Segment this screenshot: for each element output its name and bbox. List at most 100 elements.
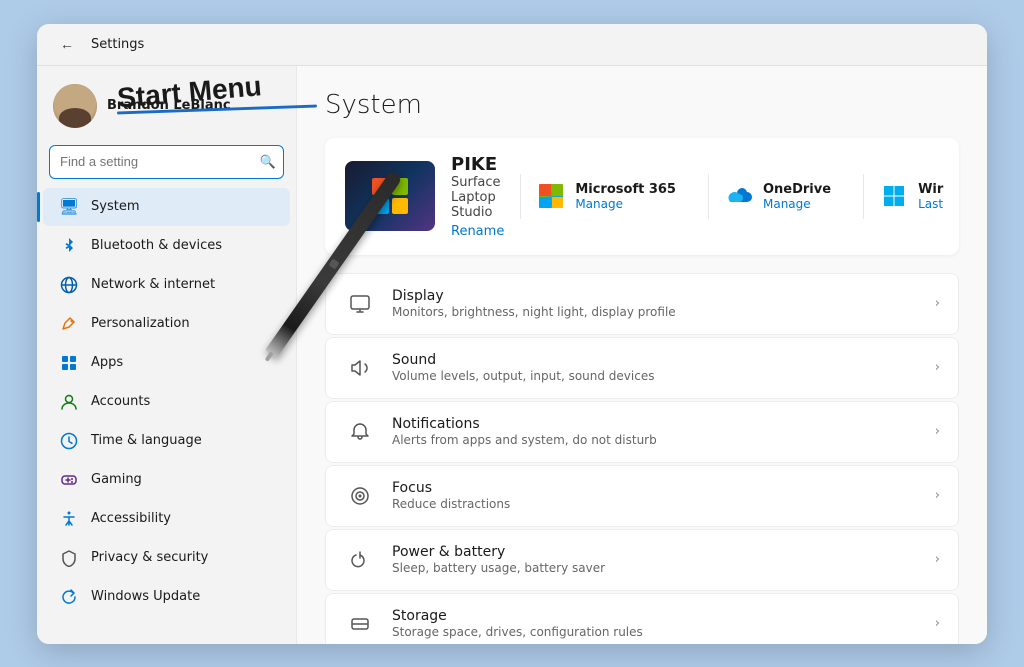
search-input[interactable]	[49, 145, 284, 179]
service-action-windows[interactable]: Last	[918, 197, 943, 211]
sidebar-item-label-privacy: Privacy & security	[91, 550, 208, 565]
win-logo-q4	[392, 198, 409, 215]
focus-icon	[344, 480, 376, 512]
sidebar-item-label-personalization: Personalization	[91, 316, 190, 331]
setting-desc-display: Monitors, brightness, night light, displ…	[392, 305, 919, 319]
setting-name-notifications: Notifications	[392, 416, 919, 432]
settings-window: ← Settings Brandon LeBlanc 🔍 Start Menu	[37, 24, 987, 644]
windows-service-icon	[880, 182, 908, 210]
service-text-m365: Microsoft 365 Manage	[575, 182, 676, 211]
device-model: Surface Laptop Studio	[451, 175, 504, 220]
time-icon	[59, 431, 79, 451]
sidebar-item-personalization[interactable]: Personalization	[43, 305, 290, 343]
sidebar-item-label-accessibility: Accessibility	[91, 511, 171, 526]
sidebar-item-label-apps: Apps	[91, 355, 123, 370]
service-windows: Wir Last	[863, 174, 959, 219]
notifications-icon	[344, 416, 376, 448]
service-name-onedrive: OneDrive	[763, 182, 831, 197]
search-box: 🔍	[49, 145, 284, 179]
setting-name-power: Power & battery	[392, 544, 919, 560]
setting-notifications[interactable]: Notifications Alerts from apps and syste…	[325, 401, 959, 463]
setting-name-focus: Focus	[392, 480, 919, 496]
setting-text-storage: Storage Storage space, drives, configura…	[392, 608, 919, 639]
setting-desc-notifications: Alerts from apps and system, do not dist…	[392, 433, 919, 447]
service-action-m365[interactable]: Manage	[575, 197, 676, 211]
setting-name-storage: Storage	[392, 608, 919, 624]
user-section: Brandon LeBlanc	[37, 74, 296, 140]
win-logo-q2	[392, 178, 409, 195]
storage-icon	[344, 608, 376, 640]
sidebar-item-privacy[interactable]: Privacy & security	[43, 539, 290, 577]
setting-desc-focus: Reduce distractions	[392, 497, 919, 511]
setting-text-power: Power & battery Sleep, battery usage, ba…	[392, 544, 919, 575]
setting-desc-storage: Storage space, drives, configuration rul…	[392, 625, 919, 639]
update-icon	[59, 587, 79, 607]
device-image	[345, 161, 435, 231]
sidebar-item-label-system: System	[91, 199, 139, 214]
sidebar-item-label-accounts: Accounts	[91, 394, 150, 409]
sidebar-item-label-time: Time & language	[91, 433, 202, 448]
main-content: System PIKE Surface Laptop Studio Rename	[297, 66, 987, 644]
service-name-m365: Microsoft 365	[575, 182, 676, 197]
chevron-icon-focus: ›	[935, 488, 940, 503]
network-icon	[59, 275, 79, 295]
sidebar-item-bluetooth[interactable]: Bluetooth & devices	[43, 227, 290, 265]
settings-list: Display Monitors, brightness, night ligh…	[325, 273, 959, 644]
service-action-onedrive[interactable]: Manage	[763, 197, 831, 211]
win-logo-q1	[372, 178, 389, 195]
service-m365: Microsoft 365 Manage	[520, 174, 692, 219]
setting-display[interactable]: Display Monitors, brightness, night ligh…	[325, 273, 959, 335]
setting-text-notifications: Notifications Alerts from apps and syste…	[392, 416, 919, 447]
search-icon[interactable]: 🔍	[260, 154, 276, 170]
setting-sound[interactable]: Sound Volume levels, output, input, soun…	[325, 337, 959, 399]
setting-name-sound: Sound	[392, 352, 919, 368]
sidebar-item-time[interactable]: Time & language	[43, 422, 290, 460]
sound-icon	[344, 352, 376, 384]
display-icon	[344, 288, 376, 320]
sidebar-item-network[interactable]: Network & internet	[43, 266, 290, 304]
gaming-icon	[59, 470, 79, 490]
device-name: PIKE	[451, 154, 504, 175]
chevron-icon: ›	[935, 296, 940, 311]
power-icon	[344, 544, 376, 576]
setting-focus[interactable]: Focus Reduce distractions ›	[325, 465, 959, 527]
content-area: Brandon LeBlanc 🔍 Start Menu 🖥 System	[37, 66, 987, 644]
accessibility-icon	[59, 509, 79, 529]
sidebar-item-accounts[interactable]: Accounts	[43, 383, 290, 421]
back-button[interactable]: ←	[53, 30, 81, 58]
setting-name-display: Display	[392, 288, 919, 304]
setting-desc-sound: Volume levels, output, input, sound devi…	[392, 369, 919, 383]
service-onedrive: OneDrive Manage	[708, 174, 847, 219]
sidebar-item-label-update: Windows Update	[91, 589, 200, 604]
device-rename-link[interactable]: Rename	[451, 224, 504, 239]
service-text-onedrive: OneDrive Manage	[763, 182, 831, 211]
chevron-icon-power: ›	[935, 552, 940, 567]
device-info: PIKE Surface Laptop Studio Rename	[451, 154, 504, 239]
page-title: System	[325, 90, 959, 120]
titlebar-title: Settings	[91, 37, 144, 52]
sidebar-item-accessibility[interactable]: Accessibility	[43, 500, 290, 538]
privacy-icon	[59, 548, 79, 568]
setting-text-display: Display Monitors, brightness, night ligh…	[392, 288, 919, 319]
sidebar-item-label-bluetooth: Bluetooth & devices	[91, 238, 222, 253]
setting-desc-power: Sleep, battery usage, battery saver	[392, 561, 919, 575]
setting-text-sound: Sound Volume levels, output, input, soun…	[392, 352, 919, 383]
setting-power[interactable]: Power & battery Sleep, battery usage, ba…	[325, 529, 959, 591]
sidebar: Brandon LeBlanc 🔍 Start Menu 🖥 System	[37, 66, 297, 644]
win-logo-q3	[372, 198, 389, 215]
personalization-icon	[59, 314, 79, 334]
system-icon: 🖥	[59, 197, 79, 217]
sidebar-item-apps[interactable]: Apps	[43, 344, 290, 382]
sidebar-item-system[interactable]: 🖥 System	[43, 188, 290, 226]
sidebar-item-gaming[interactable]: Gaming	[43, 461, 290, 499]
sidebar-item-update[interactable]: Windows Update	[43, 578, 290, 616]
onedrive-logo-icon	[725, 182, 753, 210]
chevron-icon-notifications: ›	[935, 424, 940, 439]
apps-icon	[59, 353, 79, 373]
service-name-windows: Wir	[918, 182, 943, 197]
accounts-icon	[59, 392, 79, 412]
setting-text-focus: Focus Reduce distractions	[392, 480, 919, 511]
titlebar: ← Settings	[37, 24, 987, 66]
avatar	[53, 84, 97, 128]
setting-storage[interactable]: Storage Storage space, drives, configura…	[325, 593, 959, 644]
